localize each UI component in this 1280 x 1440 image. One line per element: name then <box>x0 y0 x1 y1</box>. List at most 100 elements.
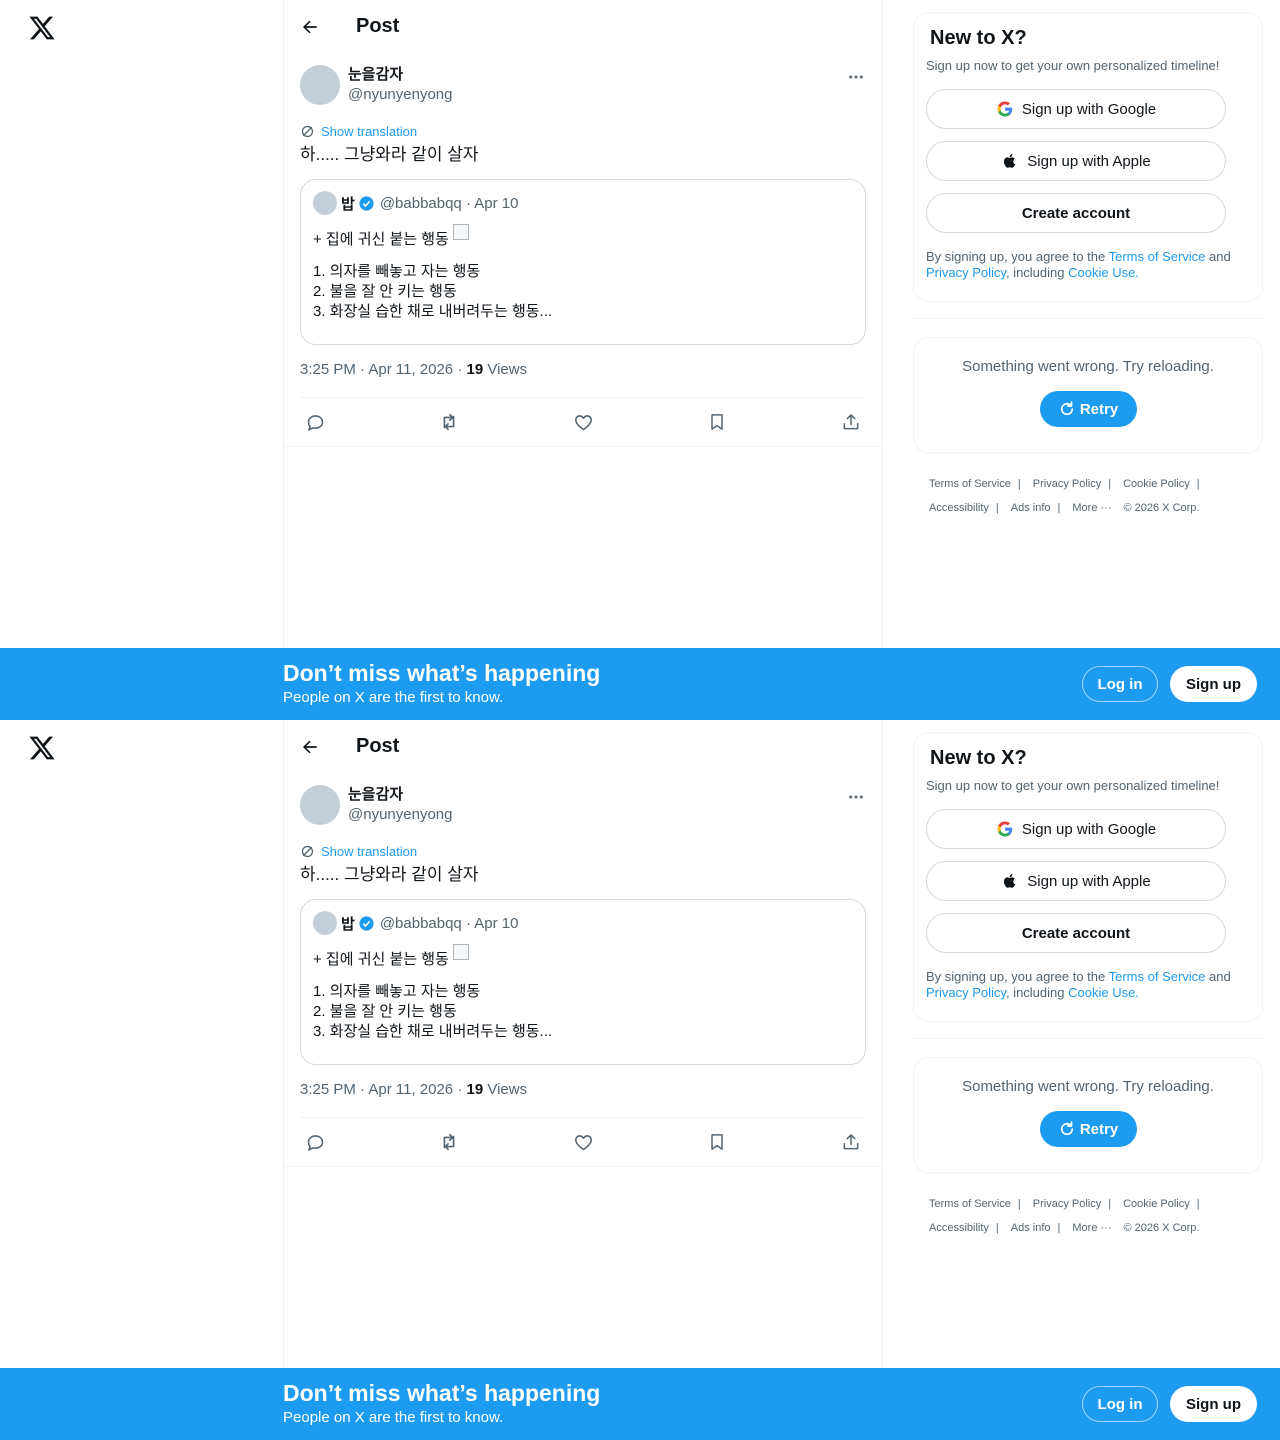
show-translation-link[interactable]: Show translation <box>321 844 417 859</box>
bookmark-button[interactable] <box>706 1131 728 1153</box>
footer-more-link[interactable]: More ··· <box>1072 502 1111 514</box>
error-card: Something went wrong. Try reloading. Ret… <box>913 1057 1263 1173</box>
broken-image-icon <box>452 224 469 240</box>
avatar[interactable] <box>300 65 340 105</box>
signup-card-title: New to X? <box>930 747 1027 769</box>
repost-button[interactable] <box>438 411 460 433</box>
repost-button[interactable] <box>438 1131 460 1153</box>
avatar[interactable] <box>300 785 340 825</box>
terms-link[interactable]: Terms of Service <box>1109 249 1206 264</box>
banner-subtitle: People on X are the first to know. <box>283 689 504 706</box>
footer-privacy-link[interactable]: Privacy Policy <box>1033 1198 1101 1210</box>
cookie-use-link[interactable]: Cookie Use. <box>1068 985 1139 1000</box>
signup-button[interactable]: Sign up <box>1170 1386 1257 1422</box>
footer-accessibility-link[interactable]: Accessibility <box>929 502 989 514</box>
quote-line: + 집에 귀신 붙는 행동 <box>313 951 449 968</box>
x-logo-icon[interactable] <box>28 734 56 762</box>
apple-signup-button[interactable]: Sign up with Apple <box>926 141 1226 181</box>
google-signup-button[interactable]: Sign up with Google <box>926 809 1226 849</box>
signup-card-title: New to X? <box>930 27 1027 49</box>
banner-title: Don’t miss what’s happening <box>283 1380 601 1406</box>
retry-button[interactable]: Retry <box>1039 391 1137 427</box>
quote-line: 2. 불을 잘 안 키는 행동 <box>313 283 457 300</box>
quoted-post[interactable]: 밥 @babbabqq · Apr 10 + 집에 귀신 붙는 행동 1. 의자… <box>300 179 866 345</box>
author-name[interactable]: 눈을감자 <box>348 785 452 805</box>
apple-signup-button[interactable]: Sign up with Apple <box>926 861 1226 901</box>
privacy-link[interactable]: Privacy Policy <box>926 985 1006 1000</box>
footer-copyright: © 2026 X Corp. <box>1123 502 1200 514</box>
reply-icon <box>307 1134 323 1151</box>
topbar: Post <box>284 0 882 53</box>
translate-icon <box>301 845 314 857</box>
action-bar <box>300 1118 866 1166</box>
like-button[interactable] <box>572 411 594 433</box>
like-button[interactable] <box>572 1131 594 1153</box>
show-translation-link[interactable]: Show translation <box>321 124 417 139</box>
create-account-label: Create account <box>1021 204 1131 222</box>
more-options-button[interactable] <box>846 67 866 87</box>
error-message: Something went wrong. Try reloading. <box>962 358 1214 375</box>
signup-legal-text: By signing up, you agree to the Terms of… <box>926 249 1231 280</box>
author-name[interactable]: 눈을감자 <box>348 65 452 85</box>
quote-header: 밥 @babbabqq · Apr 10 <box>313 191 853 215</box>
footer-tos-link[interactable]: Terms of Service <box>929 1198 1011 1210</box>
login-button[interactable]: Log in <box>1082 1386 1158 1422</box>
retry-button[interactable]: Retry <box>1039 1111 1137 1147</box>
banner-subtitle: People on X are the first to know. <box>283 1409 504 1426</box>
google-signup-label: Sign up with Google <box>1021 820 1157 838</box>
quoted-post[interactable]: 밥 @babbabqq · Apr 10 + 집에 귀신 붙는 행동 1. 의자… <box>300 899 866 1065</box>
author-handle[interactable]: @nyunyenyong <box>348 85 452 105</box>
views-count: 19 <box>466 361 484 378</box>
create-account-button[interactable]: Create account <box>926 193 1226 233</box>
footer-privacy-link[interactable]: Privacy Policy <box>1033 478 1101 490</box>
reply-button[interactable] <box>304 411 326 433</box>
login-button[interactable]: Log in <box>1082 666 1158 702</box>
bookmark-button[interactable] <box>706 411 728 433</box>
author-info: 눈을감자 @nyunyenyong <box>348 65 452 105</box>
error-message: Something went wrong. Try reloading. <box>962 1078 1214 1095</box>
post: 눈을감자 @nyunyenyong Show translation 하....… <box>284 53 882 447</box>
google-signup-button[interactable]: Sign up with Google <box>926 89 1226 129</box>
back-button[interactable] <box>300 737 320 757</box>
quote-line: + 집에 귀신 붙는 행동 <box>313 231 449 248</box>
quote-avatar <box>313 191 337 215</box>
post-text: 하..... 그냥와라 같이 살자 <box>300 865 479 884</box>
footer-cookie-link[interactable]: Cookie Policy <box>1123 1198 1190 1210</box>
author-row: 눈을감자 @nyunyenyong <box>300 773 866 837</box>
share-button[interactable] <box>840 1131 862 1153</box>
terms-link[interactable]: Terms of Service <box>1109 969 1206 984</box>
back-button[interactable] <box>300 17 320 37</box>
views-label: Views <box>483 1081 528 1098</box>
arrow-left-icon <box>302 740 317 753</box>
footer-ads-link[interactable]: Ads info <box>1011 1222 1051 1234</box>
create-account-label: Create account <box>1021 924 1131 942</box>
sidebar-separator <box>913 318 1263 319</box>
heart-icon <box>574 414 592 430</box>
refresh-icon <box>1060 401 1073 416</box>
footer-cookie-link[interactable]: Cookie Policy <box>1123 478 1190 490</box>
author-info: 눈을감자 @nyunyenyong <box>348 785 452 825</box>
signup-legal-text: By signing up, you agree to the Terms of… <box>926 969 1231 1000</box>
footer-accessibility-link[interactable]: Accessibility <box>929 1222 989 1234</box>
x-logo-icon[interactable] <box>28 14 56 42</box>
more-options-button[interactable] <box>846 787 866 807</box>
views-count: 19 <box>466 1081 484 1098</box>
footer-ads-link[interactable]: Ads info <box>1011 502 1051 514</box>
quote-avatar <box>313 911 337 935</box>
google-icon <box>997 101 1013 117</box>
footer-more-link[interactable]: More ··· <box>1072 1222 1111 1234</box>
share-button[interactable] <box>840 411 862 433</box>
post-timestamp[interactable]: 3:25 PM · Apr 11, 2026 · <box>300 1081 466 1098</box>
footer-tos-link[interactable]: Terms of Service <box>929 478 1011 490</box>
post-text: 하..... 그냥와라 같이 살자 <box>300 145 479 164</box>
reply-button[interactable] <box>304 1131 326 1153</box>
google-signup-label: Sign up with Google <box>1021 100 1157 118</box>
post-timestamp[interactable]: 3:25 PM · Apr 11, 2026 · <box>300 361 466 378</box>
verified-badge-icon <box>359 915 374 931</box>
signup-button[interactable]: Sign up <box>1170 666 1257 702</box>
translate-row: Show translation <box>300 121 866 141</box>
cookie-use-link[interactable]: Cookie Use. <box>1068 265 1139 280</box>
privacy-link[interactable]: Privacy Policy <box>926 265 1006 280</box>
create-account-button[interactable]: Create account <box>926 913 1226 953</box>
author-handle[interactable]: @nyunyenyong <box>348 805 452 825</box>
